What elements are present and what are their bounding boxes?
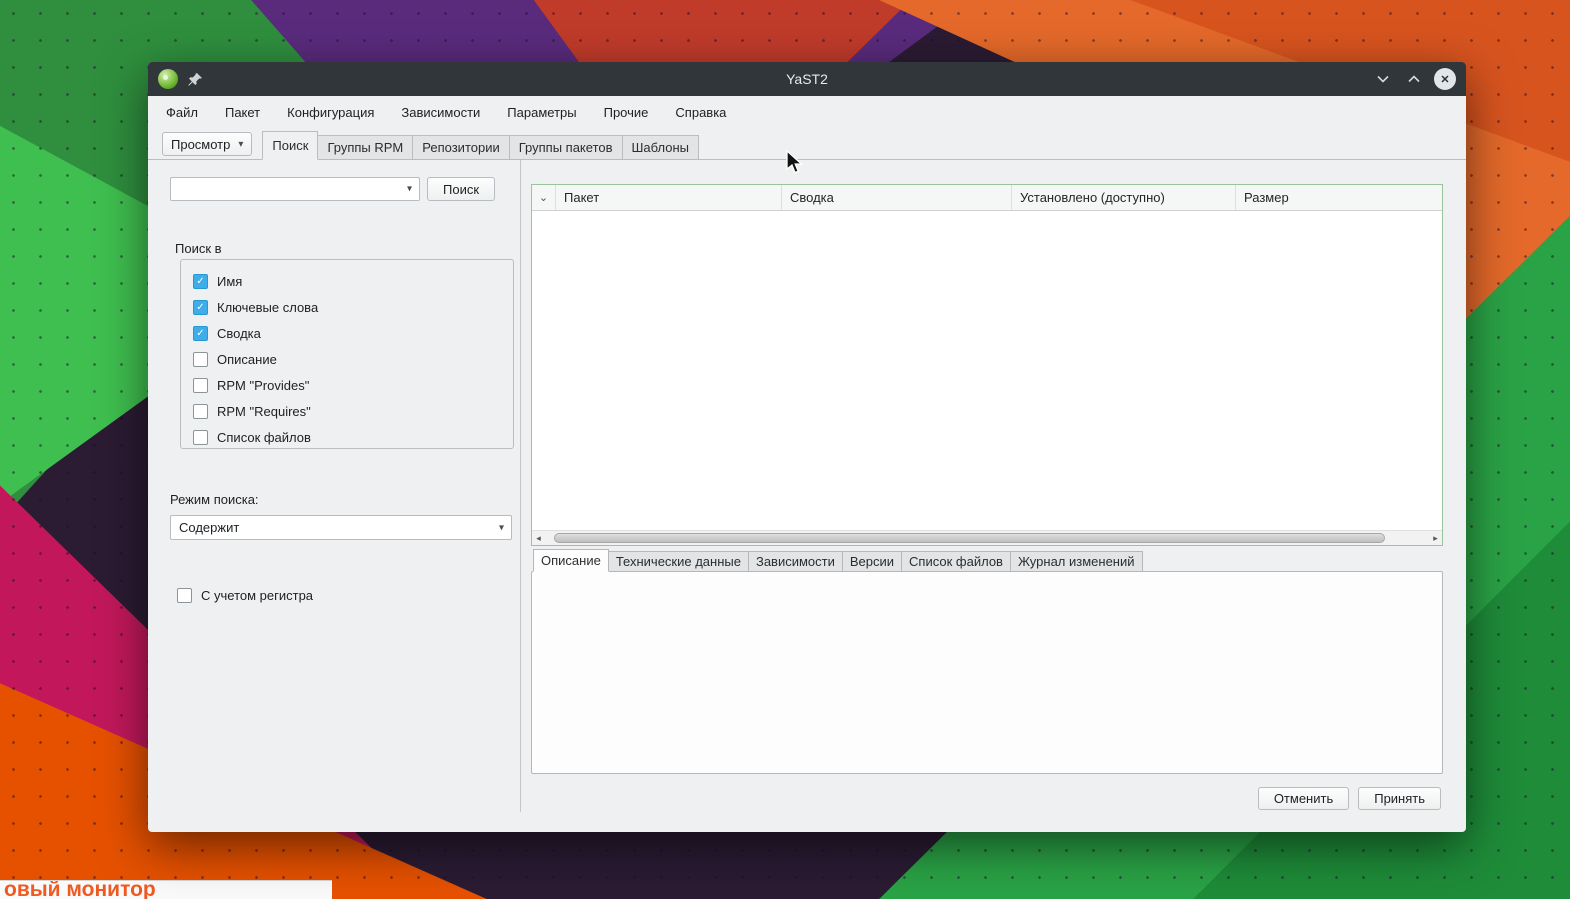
close-button[interactable]: ✕: [1434, 68, 1456, 90]
menu-item-1[interactable]: Файл: [166, 105, 198, 120]
menu-item-2[interactable]: Пакет: [225, 105, 260, 120]
window-title: YaST2: [148, 71, 1466, 87]
maximize-button[interactable]: [1403, 68, 1425, 90]
search-in-label: Поиск в: [175, 241, 222, 256]
partial-window-text: овый монитор: [4, 880, 332, 899]
table-body[interactable]: [532, 211, 1442, 530]
detail-tab-6[interactable]: Журнал изменений: [1010, 551, 1143, 572]
close-icon: ✕: [1440, 73, 1449, 86]
filter-label-1: Имя: [217, 274, 242, 289]
case-sensitive-label: С учетом регистра: [201, 588, 313, 603]
view-tabs: ПоискГруппы RPMРепозиторииГруппы пакетов…: [262, 129, 699, 159]
filter-label-3: Сводка: [217, 326, 261, 341]
checkbox-icon[interactable]: ✓: [193, 326, 208, 341]
scrollbar-thumb[interactable]: [554, 533, 1385, 543]
table-header: ⌄ПакетСводкаУстановлено (доступно)Размер: [532, 185, 1442, 211]
yast-app-icon: [158, 69, 178, 89]
checkbox-icon[interactable]: ✓: [193, 274, 208, 289]
filter-row-3[interactable]: ✓ Сводка: [193, 320, 513, 346]
checkbox-icon[interactable]: [193, 378, 208, 393]
search-mode-value: Содержит: [179, 520, 239, 535]
scroll-left-icon[interactable]: ◂: [532, 533, 545, 544]
menu-item-7[interactable]: Справка: [675, 105, 726, 120]
menu-bar: Файл Пакет Конфигурация Зависимости Параметр…: [148, 96, 1466, 129]
detail-tab-2[interactable]: Технические данные: [609, 551, 748, 572]
column-header-1[interactable]: Пакет: [556, 185, 782, 210]
checkbox-icon[interactable]: [193, 352, 208, 367]
package-panel: ⌄ПакетСводкаУстановлено (доступно)Размер…: [531, 160, 1443, 832]
chevron-up-icon: [1406, 71, 1422, 87]
search-input[interactable]: [176, 179, 394, 199]
column-header-3[interactable]: Установлено (доступно): [1012, 185, 1236, 210]
yast2-window: YaST2 ✕ Файл Пакет Конфигурация Зависимости…: [148, 62, 1466, 832]
search-in-list: ✓ Имя ✓ Ключевые слова ✓ Сводка Описание RPM "P…: [180, 259, 514, 449]
action-row: Отменить Принять: [1258, 787, 1441, 810]
minimize-button[interactable]: [1372, 68, 1394, 90]
filter-row-1[interactable]: ✓ Имя: [193, 268, 513, 294]
titlebar[interactable]: YaST2 ✕: [148, 62, 1466, 96]
horizontal-scrollbar[interactable]: ◂ ▸: [532, 530, 1442, 545]
tab-1[interactable]: Поиск: [262, 131, 318, 160]
tab-2[interactable]: Группы RPM: [318, 135, 412, 160]
filter-label-2: Ключевые слова: [217, 300, 318, 315]
filter-row-5[interactable]: RPM "Provides": [193, 372, 513, 398]
scroll-right-icon[interactable]: ▸: [1429, 533, 1442, 544]
chevron-down-icon: [1375, 71, 1391, 87]
tab-5[interactable]: Шаблоны: [622, 135, 700, 160]
pin-icon[interactable]: [188, 72, 203, 87]
filter-label-4: Описание: [217, 352, 277, 367]
filter-label-6: RPM "Requires": [217, 404, 311, 419]
detail-tab-4[interactable]: Версии: [842, 551, 901, 572]
column-header-2[interactable]: Сводка: [782, 185, 1012, 210]
filter-label-5: RPM "Provides": [217, 378, 309, 393]
menu-item-5[interactable]: Параметры: [507, 105, 576, 120]
checkbox-icon[interactable]: [193, 404, 208, 419]
detail-tab-5[interactable]: Список файлов: [901, 551, 1010, 572]
tab-3[interactable]: Репозитории: [412, 135, 508, 160]
main-content: ▾ Поиск Поиск в ✓ Имя ✓ Ключевые слова ✓ Свод…: [148, 160, 1466, 832]
detail-tabs: ОписаниеТехнические данныеЗависимостиВер…: [533, 549, 1143, 572]
column-header-4[interactable]: Размер: [1236, 185, 1442, 210]
scrollbar-track[interactable]: [545, 531, 1429, 545]
checkbox-icon[interactable]: [177, 588, 192, 603]
accept-button[interactable]: Принять: [1358, 787, 1441, 810]
checkbox-icon[interactable]: [193, 430, 208, 445]
detail-tab-3[interactable]: Зависимости: [748, 551, 842, 572]
search-button[interactable]: Поиск: [427, 177, 495, 201]
search-combobox[interactable]: ▾: [170, 177, 420, 201]
filter-row-4[interactable]: Описание: [193, 346, 513, 372]
view-dropdown-label: Просмотр: [171, 137, 230, 152]
menu-item-4[interactable]: Зависимости: [401, 105, 480, 120]
case-sensitive-checkbox[interactable]: С учетом регистра: [177, 582, 313, 608]
cancel-button[interactable]: Отменить: [1258, 787, 1349, 810]
search-mode-label: Режим поиска:: [170, 492, 259, 507]
chevron-down-icon: ▾: [499, 522, 504, 533]
view-dropdown-button[interactable]: Просмотр ▾: [162, 132, 252, 156]
tab-row: Просмотр ▾ ПоискГруппы RPMРепозиторииГру…: [148, 129, 1466, 160]
detail-tab-1[interactable]: Описание: [533, 549, 609, 572]
filter-row-6[interactable]: RPM "Requires": [193, 398, 513, 424]
checkbox-icon[interactable]: ✓: [193, 300, 208, 315]
search-panel: ▾ Поиск Поиск в ✓ Имя ✓ Ключевые слова ✓ Свод…: [163, 160, 521, 812]
filter-label-7: Список файлов: [217, 430, 311, 445]
search-mode-combobox[interactable]: Содержит ▾: [170, 515, 512, 540]
sort-chevron-icon[interactable]: ⌄: [532, 185, 556, 210]
tab-4[interactable]: Группы пакетов: [509, 135, 622, 160]
chevron-down-icon[interactable]: ▾: [407, 184, 412, 195]
filter-row-2[interactable]: ✓ Ключевые слова: [193, 294, 513, 320]
partial-window[interactable]: овый монитор: [0, 880, 332, 899]
chevron-down-icon: ▾: [238, 139, 243, 150]
menu-item-6[interactable]: Прочие: [604, 105, 649, 120]
menu-item-3[interactable]: Конфигурация: [287, 105, 374, 120]
package-table: ⌄ПакетСводкаУстановлено (доступно)Размер…: [531, 184, 1443, 546]
detail-content[interactable]: [531, 571, 1443, 774]
filter-row-7[interactable]: Список файлов: [193, 424, 513, 450]
